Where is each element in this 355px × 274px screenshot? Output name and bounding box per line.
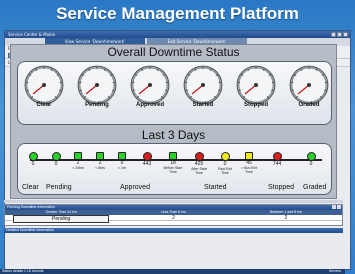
node-sublabel: > 24hrs xyxy=(72,166,84,170)
gauge-clear: 0 Clear xyxy=(20,65,68,125)
status-node[interactable]: 425 After Start Time xyxy=(188,152,210,175)
status-node[interactable]: 0 xyxy=(45,152,67,167)
gauge-label: Approved xyxy=(135,102,164,108)
status-indicator-icon xyxy=(220,152,230,161)
status-indicator-icon xyxy=(118,152,126,160)
gauge-pending: 0 Pending xyxy=(73,65,121,125)
pending-panel: Pending Downtime Information Greater Tha… xyxy=(4,204,343,226)
pending-panel-title: Pending Downtime Information xyxy=(5,205,342,210)
node-sublabel: < 8hrs xyxy=(95,166,105,170)
banner-title: Service Management Platform xyxy=(56,4,299,23)
status-node[interactable]: 443 xyxy=(136,152,158,167)
window-titlebar: Service Center & Mobie xyxy=(5,31,350,38)
gauges-title: Overall Downtime Status xyxy=(107,45,240,59)
status-node[interactable]: 18 Before Start Time xyxy=(162,152,184,174)
flow-panel: 0 0 2 > 24hrs 2 < 8hrs 0 < 1hr 443 18 Before Start… xyxy=(17,143,332,195)
gauge-label: Clear xyxy=(36,102,52,108)
flow-label-graded: Graded xyxy=(303,184,327,191)
flow-label-started: Started xyxy=(204,184,227,191)
node-count: 0 xyxy=(54,161,58,167)
flow-label-pending: Pending xyxy=(46,184,72,191)
status-right: Servers xyxy=(328,269,341,273)
gauge-label: Graded xyxy=(298,102,320,108)
dashboard-panel: Overall Downtime Status 0 Clear 0 Pendin… xyxy=(10,44,337,199)
splitter[interactable] xyxy=(4,200,343,203)
status-indicator-icon xyxy=(272,152,282,161)
days-title: Last 3 Days xyxy=(141,128,206,142)
table-row[interactable]: Pending 2 2 xyxy=(5,215,342,223)
node-count: 0 xyxy=(31,161,35,167)
flow-label-clear: Clear xyxy=(22,184,39,191)
status-text: Status details 1 15 records xyxy=(2,269,44,273)
node-sublabel: Before Start Time xyxy=(163,166,183,174)
status-indicator-icon xyxy=(142,152,152,161)
gauge-label: Started xyxy=(192,102,214,108)
minimize-icon[interactable] xyxy=(331,32,336,37)
status-indicator-icon xyxy=(51,152,61,161)
gauge-started: 0 Started xyxy=(179,65,227,125)
status-indicator-icon xyxy=(74,152,82,160)
status-node[interactable]: 0 < 1hr xyxy=(111,152,133,170)
node-count: 443 xyxy=(142,161,152,167)
table-cell: 2 xyxy=(172,215,175,221)
maximize-icon[interactable] xyxy=(337,32,342,37)
status-node[interactable]: 744 xyxy=(266,152,288,167)
close-icon[interactable] xyxy=(343,32,348,37)
status-node[interactable]: 0 Past Exit Time xyxy=(214,152,236,175)
window-title: Service Center & Mobie xyxy=(8,32,56,37)
gauge-stopped: 744 Stopped xyxy=(232,65,280,125)
status-indicator-icon xyxy=(169,152,177,160)
node-sublabel: Past Exit Time xyxy=(218,167,232,175)
table-cell: Pending xyxy=(13,215,110,223)
panel-minimize-icon[interactable] xyxy=(332,205,336,209)
pending-panel-title-text: Pending Downtime Information xyxy=(7,205,55,209)
node-sublabel: > Bus Exit Time xyxy=(241,166,257,174)
panel-close-icon[interactable] xyxy=(337,205,341,209)
status-node[interactable]: 2 < 8hrs xyxy=(89,152,111,170)
status-bar: Status details 1 15 records Servers xyxy=(0,269,345,274)
detail-panel-title: Detailed Downtime Information xyxy=(4,228,343,233)
table-cell: 2 xyxy=(284,215,288,221)
gauge-graded: 0 Graded xyxy=(285,65,333,125)
gauge-approved: 443 Approved xyxy=(126,65,174,125)
status-indicator-icon xyxy=(96,152,104,160)
status-indicator-icon xyxy=(28,152,38,161)
flow-label-stopped: Stopped xyxy=(268,184,295,191)
gauge-panel: 0 Clear 0 Pending 443 Approved 0 Started… xyxy=(17,61,332,125)
gauge-label: Pending xyxy=(85,102,109,108)
status-indicator-icon xyxy=(306,152,316,161)
node-count: 0 xyxy=(309,161,313,167)
flow-label-approved: Approved xyxy=(120,184,150,191)
node-sublabel: After Start Time xyxy=(191,167,207,175)
gauge-label: Stopped xyxy=(244,102,268,108)
status-node[interactable]: 45 > Bus Exit Time xyxy=(238,152,260,174)
status-indicator-icon xyxy=(194,152,204,161)
status-indicator-icon xyxy=(245,152,253,160)
node-count: 744 xyxy=(272,161,282,167)
status-node[interactable]: 2 > 24hrs xyxy=(67,152,89,170)
status-node[interactable]: 0 xyxy=(22,152,44,167)
status-node[interactable]: 0 xyxy=(300,152,322,167)
node-sublabel: < 1hr xyxy=(117,166,127,170)
